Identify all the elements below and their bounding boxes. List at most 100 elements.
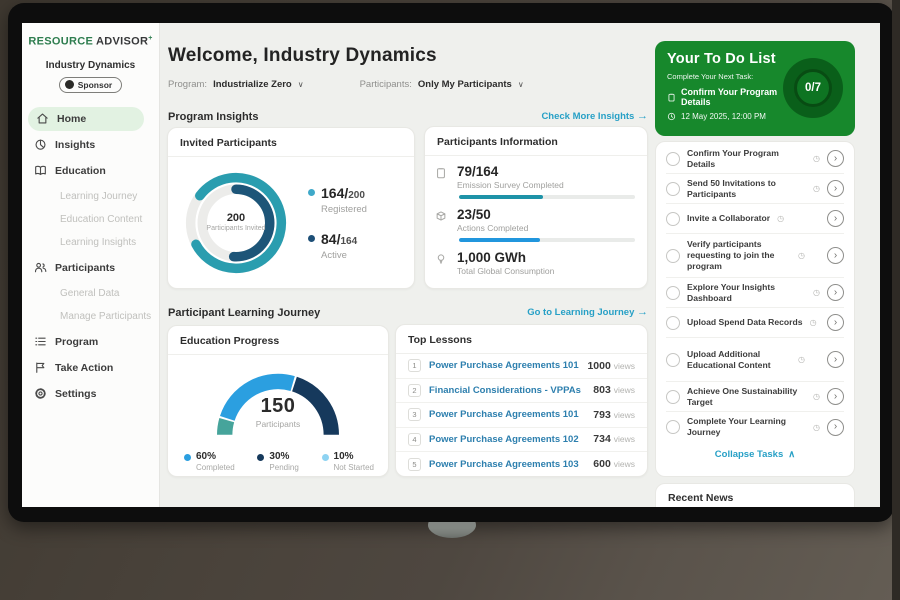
clipboard-icon: [435, 164, 449, 190]
lesson-row: 2 Financial Considerations - VPPAs 803 v…: [396, 379, 647, 404]
views-number: 600: [593, 458, 611, 470]
views-count: 1000 views: [587, 360, 635, 372]
task-row: Upload Additional Educational Content ◷ …: [666, 338, 844, 382]
active-total: 164: [340, 236, 357, 247]
participants-dropdown[interactable]: Participants: Only My Participants ∨: [360, 79, 524, 90]
task-checkbox[interactable]: [666, 390, 680, 404]
task-go-button[interactable]: ›: [827, 284, 844, 301]
collapse-label: Collapse Tasks: [715, 449, 783, 460]
pending-label: Pending: [269, 463, 298, 472]
views-count: 803 views: [593, 384, 635, 396]
task-go-button[interactable]: ›: [827, 247, 844, 264]
recent-news-title: Recent News: [668, 492, 842, 504]
task-go-button[interactable]: ›: [827, 180, 844, 197]
task-checkbox[interactable]: [666, 182, 680, 196]
chevron-right-icon: ›: [834, 317, 837, 328]
views-suffix: views: [614, 410, 635, 420]
completed-label: Completed: [196, 463, 235, 472]
views-count: 600 views: [593, 458, 635, 470]
participants-count: 150: [203, 395, 353, 418]
lesson-row: 4 Power Purchase Agreements 102 734 view…: [396, 428, 647, 453]
task-label: Send 50 Invitations to Participants: [687, 178, 806, 199]
lesson-row: 5 Power Purchase Agreements 103 600 view…: [396, 452, 647, 477]
box-icon: [435, 207, 449, 233]
check-more-insights-link[interactable]: Check More Insights →: [541, 110, 648, 122]
task-checkbox[interactable]: [666, 249, 680, 263]
clock-icon: [667, 112, 676, 121]
flag-icon: [34, 361, 47, 374]
collapse-tasks-link[interactable]: Collapse Tasks ∧: [666, 442, 844, 466]
task-checkbox[interactable]: [666, 316, 680, 330]
bulb-icon: [435, 250, 449, 276]
sidebar-item-manage-participants[interactable]: Manage Participants: [34, 305, 159, 328]
go-to-learning-journey-link[interactable]: Go to Learning Journey →: [527, 306, 648, 318]
clock-icon: ◷: [813, 184, 820, 193]
active-label: Active: [321, 250, 357, 261]
sidebar-item-education-content[interactable]: Education Content: [34, 208, 159, 231]
sidebar-item-home[interactable]: Home: [28, 107, 144, 131]
registered-dot: [308, 189, 315, 196]
clipboard-icon: [667, 93, 676, 102]
views-number: 734: [593, 433, 611, 445]
education-progress-card: Education Progress 150 Participants: [167, 325, 389, 477]
task-checkbox[interactable]: [666, 152, 680, 166]
sidebar-item-education[interactable]: Education: [34, 159, 159, 183]
rank-badge: 5: [408, 458, 421, 471]
chevron-right-icon: ›: [834, 183, 837, 194]
sidebar-item-learning-insights[interactable]: Learning Insights: [34, 231, 159, 254]
lesson-link[interactable]: Power Purchase Agreements 102: [429, 434, 579, 445]
sidebar-item-general-data[interactable]: General Data: [34, 282, 159, 305]
lesson-link[interactable]: Power Purchase Agreements 101: [429, 360, 579, 371]
legend-registered: 164/200 Registered: [308, 185, 367, 215]
sidebar-item-program[interactable]: Program: [34, 330, 159, 354]
gauge-center-label: 150 Participants: [203, 395, 353, 429]
task-checkbox[interactable]: [666, 353, 680, 367]
clock-icon: ◷: [777, 214, 784, 223]
sidebar-item-label: Insights: [55, 139, 95, 151]
sidebar-item-take-action[interactable]: Take Action: [34, 356, 159, 380]
pending-dot: [257, 454, 264, 461]
participants-caption: Participants: [203, 419, 353, 429]
sidebar-item-insights[interactable]: Insights: [34, 133, 159, 157]
task-go-button[interactable]: ›: [827, 150, 844, 167]
views-suffix: views: [614, 434, 635, 444]
rank-badge: 3: [408, 408, 421, 421]
task-go-button[interactable]: ›: [827, 388, 844, 405]
chevron-right-icon: ›: [834, 287, 837, 298]
not-started-label: Not Started: [334, 463, 374, 472]
lesson-row: 3 Power Purchase Agreements 101 793 view…: [396, 403, 647, 428]
task-go-button[interactable]: ›: [827, 351, 844, 368]
legend-active: 84/164 Active: [308, 231, 367, 261]
not-started-dot: [322, 454, 329, 461]
logo-primary: RESOURCE: [28, 36, 93, 48]
chevron-down-icon: ∨: [518, 80, 524, 89]
task-go-button[interactable]: ›: [827, 314, 844, 331]
lesson-link[interactable]: Power Purchase Agreements 103: [429, 459, 579, 470]
book-icon: [34, 164, 47, 177]
task-row: Explore Your Insights Dashboard ◷ ›: [666, 278, 844, 308]
sidebar-item-learning-journey[interactable]: Learning Journey: [34, 185, 159, 208]
clock-icon: ◷: [813, 154, 820, 163]
logo-secondary: ADVISOR: [96, 36, 148, 48]
sponsor-badge[interactable]: Sponsor: [59, 77, 122, 93]
task-go-button[interactable]: ›: [827, 210, 844, 227]
lesson-link[interactable]: Financial Considerations - VPPAs: [429, 385, 581, 396]
participants-information-card: Participants Information 79/164 Emission…: [424, 126, 648, 289]
task-checkbox[interactable]: [666, 212, 680, 226]
stat-consumption: 1,000 GWh Total Global Consumption: [425, 242, 647, 276]
task-label: Upload Additional Educational Content: [687, 349, 791, 370]
program-dropdown[interactable]: Program: Industrialize Zero ∨: [168, 79, 304, 90]
sidebar-item-settings[interactable]: Settings: [34, 382, 159, 406]
app-logo: RESOURCE ADVISOR+: [22, 35, 159, 48]
stat-value: 23/50: [457, 207, 528, 222]
sidebar-item-participants[interactable]: Participants: [34, 256, 159, 280]
monitor-bezel: RESOURCE ADVISOR+ Industry Dynamics Spon…: [8, 3, 894, 522]
pending-pct: 30%: [269, 451, 298, 462]
task-go-button[interactable]: ›: [827, 419, 844, 436]
lesson-link[interactable]: Power Purchase Agreements 101: [429, 409, 579, 420]
registered-label: Registered: [321, 204, 367, 215]
top-lessons-card: Top Lessons 1 Power Purchase Agreements …: [395, 324, 648, 477]
task-checkbox[interactable]: [666, 286, 680, 300]
task-checkbox[interactable]: [666, 420, 680, 434]
home-icon: [36, 112, 49, 125]
